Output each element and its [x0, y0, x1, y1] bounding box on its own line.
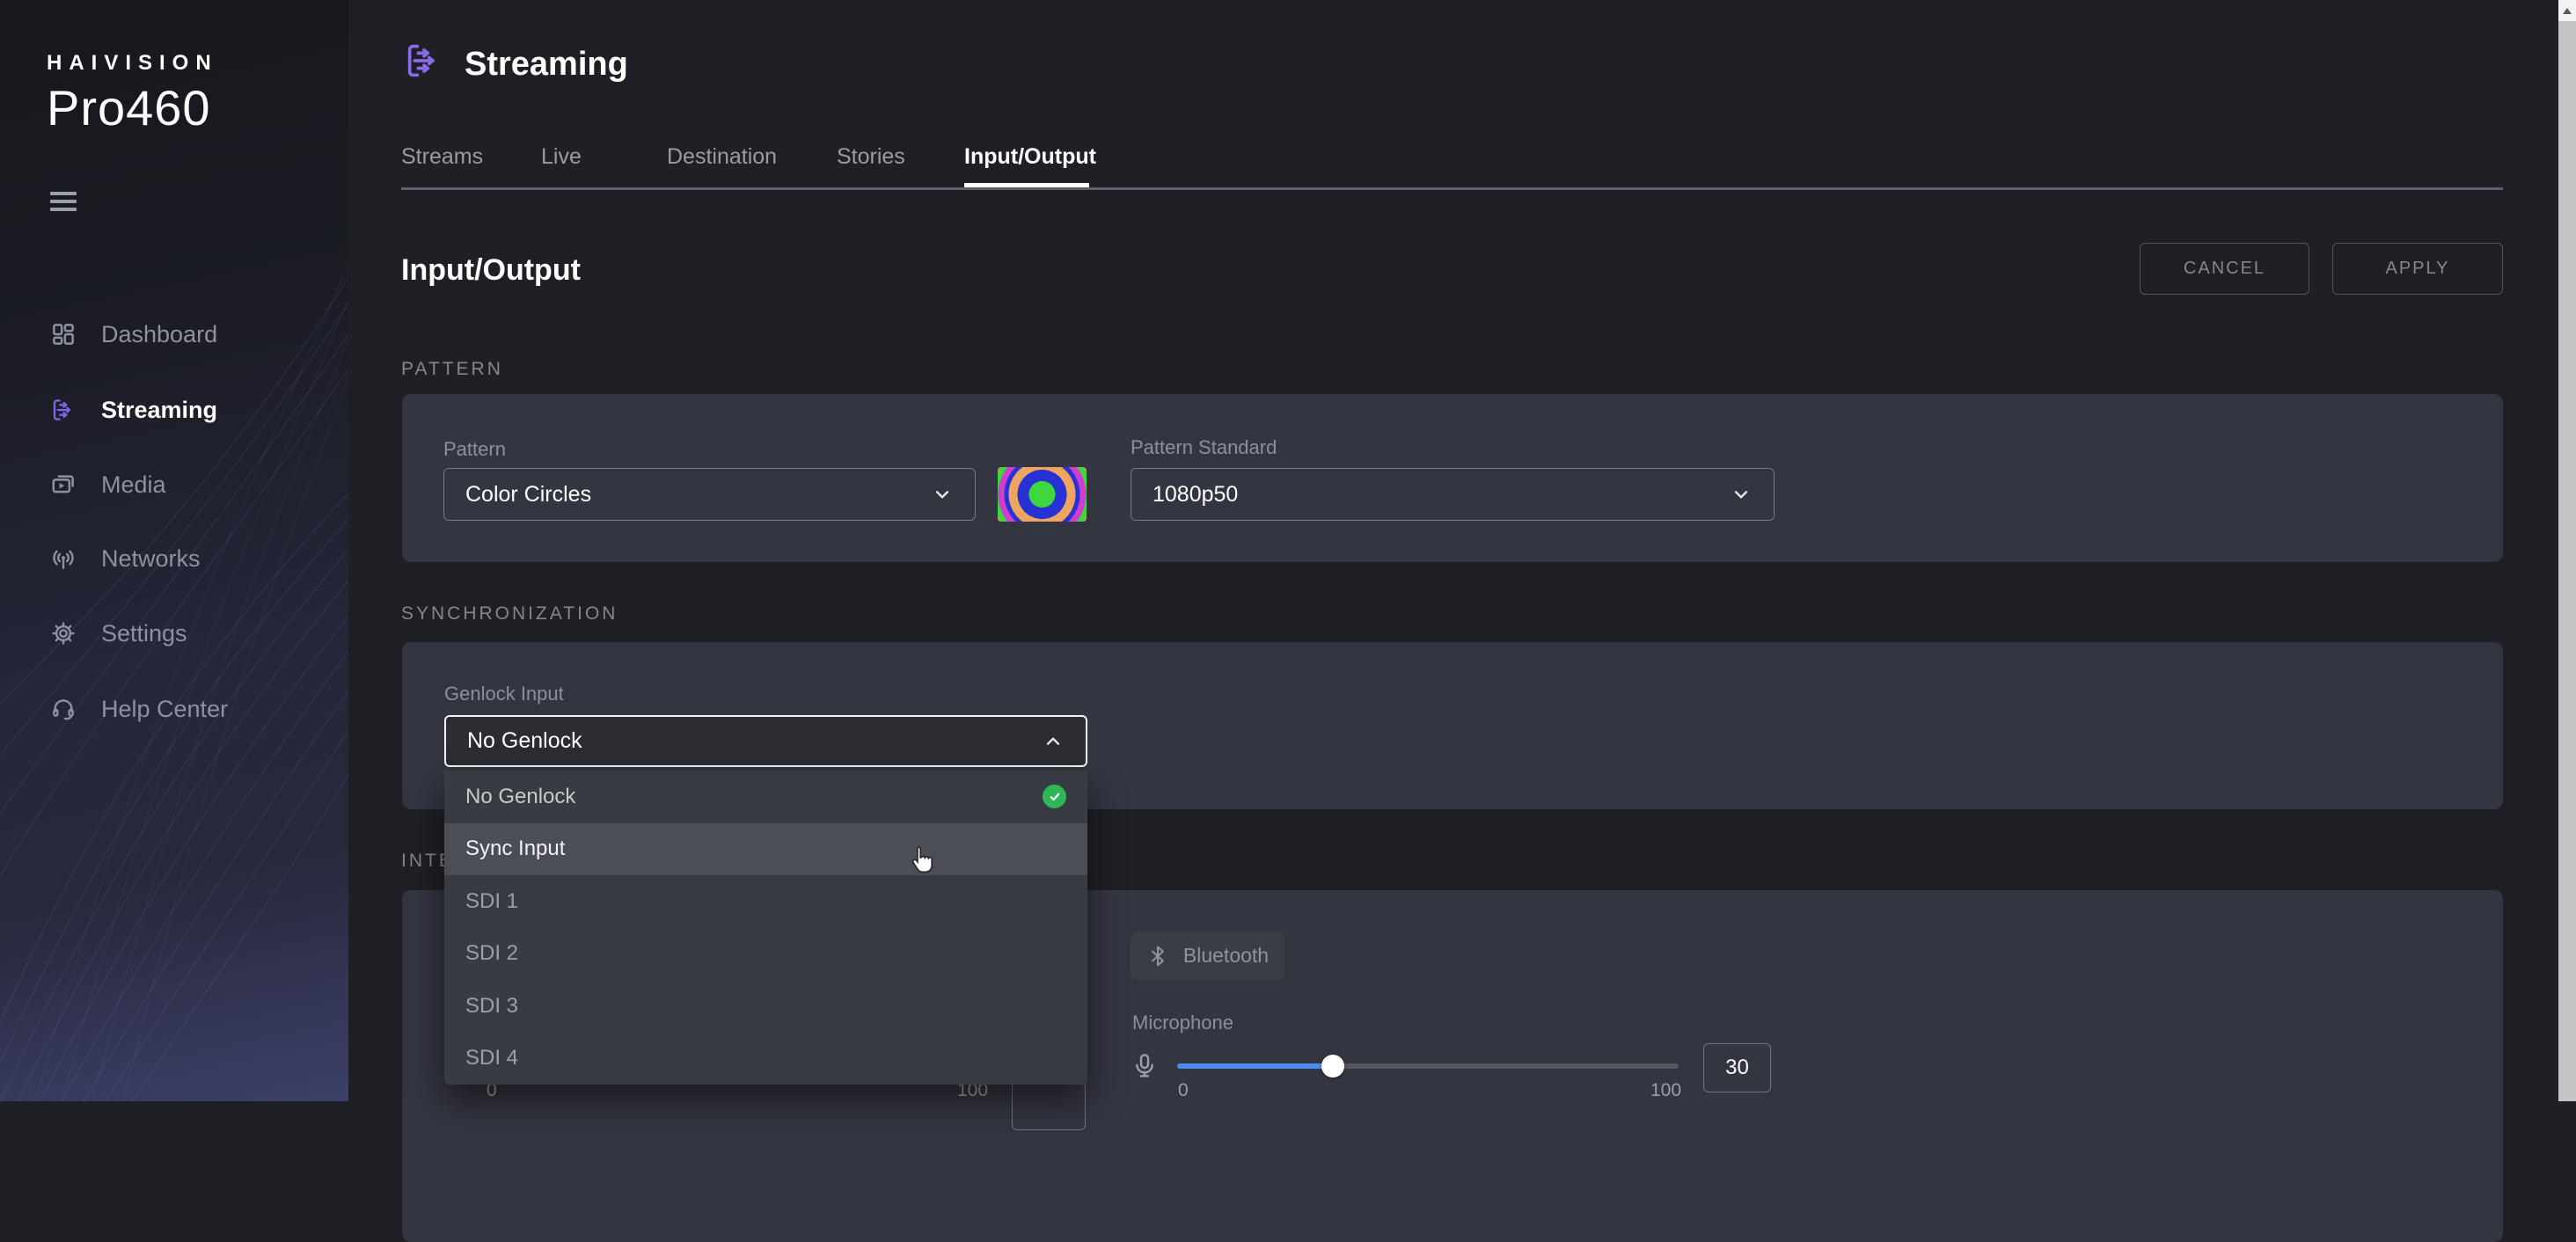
option-label: SDI 3	[465, 994, 518, 1019]
microphone-min-label: 0	[1178, 1080, 1189, 1101]
option-label: SDI 2	[465, 941, 518, 966]
sidebar-item-label: Media	[101, 471, 166, 499]
networks-icon	[50, 545, 77, 572]
microphone-slider[interactable]	[1177, 1063, 1679, 1069]
pattern-section-heading: PATTERN	[401, 359, 503, 380]
bluetooth-icon	[1146, 945, 1169, 968]
chevron-down-icon	[931, 483, 954, 506]
bluetooth-button[interactable]: Bluetooth	[1131, 932, 1284, 980]
genlock-option-sdi-2[interactable]: SDI 2	[444, 928, 1087, 981]
scrollbar-track[interactable]	[2558, 0, 2576, 1101]
microphone-label: Microphone	[1132, 1012, 1233, 1034]
pattern-standard-select-value: 1080p50	[1153, 482, 1238, 508]
app-section-title: Streaming	[465, 46, 628, 84]
tab-destination[interactable]: Destination	[667, 144, 777, 170]
pattern-standard-field-label: Pattern Standard	[1131, 436, 1277, 459]
microphone-slider-fill	[1177, 1063, 1333, 1069]
sidebar-item-streaming[interactable]: Streaming	[0, 384, 348, 436]
pattern-select[interactable]: Color Circles	[443, 468, 976, 521]
streaming-icon	[403, 40, 443, 81]
option-label: Sync Input	[465, 837, 565, 861]
pattern-select-value: Color Circles	[465, 482, 591, 508]
pattern-preview-thumbnail	[998, 467, 1087, 522]
selected-check-icon	[1043, 785, 1066, 808]
genlock-option-sync-input[interactable]: Sync Input	[444, 823, 1087, 876]
tab-input-output[interactable]: Input/Output	[964, 144, 1096, 170]
pattern-card: Pattern Color Circles Pattern Standard 1…	[402, 394, 2503, 562]
brand-model: Pro460	[47, 79, 218, 136]
sidebar: HAIVISION Pro460 Dashboard Streaming	[0, 0, 348, 1101]
help-center-icon	[50, 696, 77, 722]
pattern-standard-select[interactable]: 1080p50	[1131, 468, 1775, 521]
cancel-button[interactable]: CANCEL	[2140, 243, 2309, 295]
sidebar-item-media[interactable]: Media	[0, 458, 348, 511]
genlock-option-sdi-4[interactable]: SDI 4	[444, 1033, 1087, 1085]
sidebar-item-settings[interactable]: Settings	[0, 607, 348, 660]
microphone-value-input[interactable]: 30	[1703, 1043, 1771, 1092]
genlock-input-select[interactable]: No Genlock	[444, 715, 1087, 767]
sidebar-item-label: Dashboard	[101, 321, 217, 348]
sidebar-item-networks[interactable]: Networks	[0, 532, 348, 585]
chevron-up-icon	[1042, 730, 1065, 753]
media-icon	[50, 471, 77, 498]
synchronization-section-heading: SYNCHRONIZATION	[401, 603, 618, 625]
sidebar-item-dashboard[interactable]: Dashboard	[0, 308, 348, 361]
brand-name: HAIVISION	[47, 51, 218, 76]
sidebar-item-label: Networks	[101, 545, 201, 573]
microphone-icon	[1131, 1047, 1159, 1090]
settings-icon	[50, 620, 77, 647]
genlock-option-no-genlock[interactable]: No Genlock	[444, 771, 1087, 823]
microphone-max-label: 100	[1650, 1080, 1681, 1101]
tabs-divider	[401, 187, 2503, 190]
sidebar-item-label: Settings	[101, 620, 187, 647]
page-title: Input/Output	[401, 253, 581, 288]
pattern-field-label: Pattern	[443, 438, 506, 461]
brand-logo: HAIVISION Pro460	[47, 51, 218, 136]
genlock-option-sdi-1[interactable]: SDI 1	[444, 875, 1087, 928]
tab-live[interactable]: Live	[541, 144, 582, 170]
option-label: SDI 4	[465, 1046, 518, 1070]
genlock-option-sdi-3[interactable]: SDI 3	[444, 980, 1087, 1033]
scroll-up-arrow-icon	[2563, 8, 2572, 14]
bluetooth-button-label: Bluetooth	[1183, 944, 1269, 968]
menu-toggle-icon[interactable]	[50, 192, 77, 211]
scrollbar-up-button[interactable]	[2558, 0, 2576, 21]
sidebar-item-help-center[interactable]: Help Center	[0, 683, 348, 735]
option-label: SDI 1	[465, 889, 518, 914]
chevron-down-icon	[1730, 483, 1753, 506]
sidebar-item-label: Streaming	[101, 397, 217, 424]
genlock-input-field-label: Genlock Input	[444, 683, 564, 705]
tab-stories[interactable]: Stories	[837, 144, 905, 170]
genlock-select-value: No Genlock	[467, 728, 582, 754]
streaming-icon	[50, 397, 77, 423]
apply-button[interactable]: APPLY	[2332, 243, 2503, 295]
sidebar-item-label: Help Center	[101, 696, 228, 723]
tab-streams[interactable]: Streams	[401, 144, 483, 170]
option-label: No Genlock	[465, 785, 575, 809]
microphone-slider-thumb[interactable]	[1321, 1055, 1344, 1078]
left-slider-value-input[interactable]	[1012, 1081, 1086, 1130]
dashboard-icon	[50, 321, 77, 347]
genlock-dropdown-menu: No Genlock Sync Input SDI 1 SDI 2 SDI 3 …	[444, 771, 1087, 1085]
